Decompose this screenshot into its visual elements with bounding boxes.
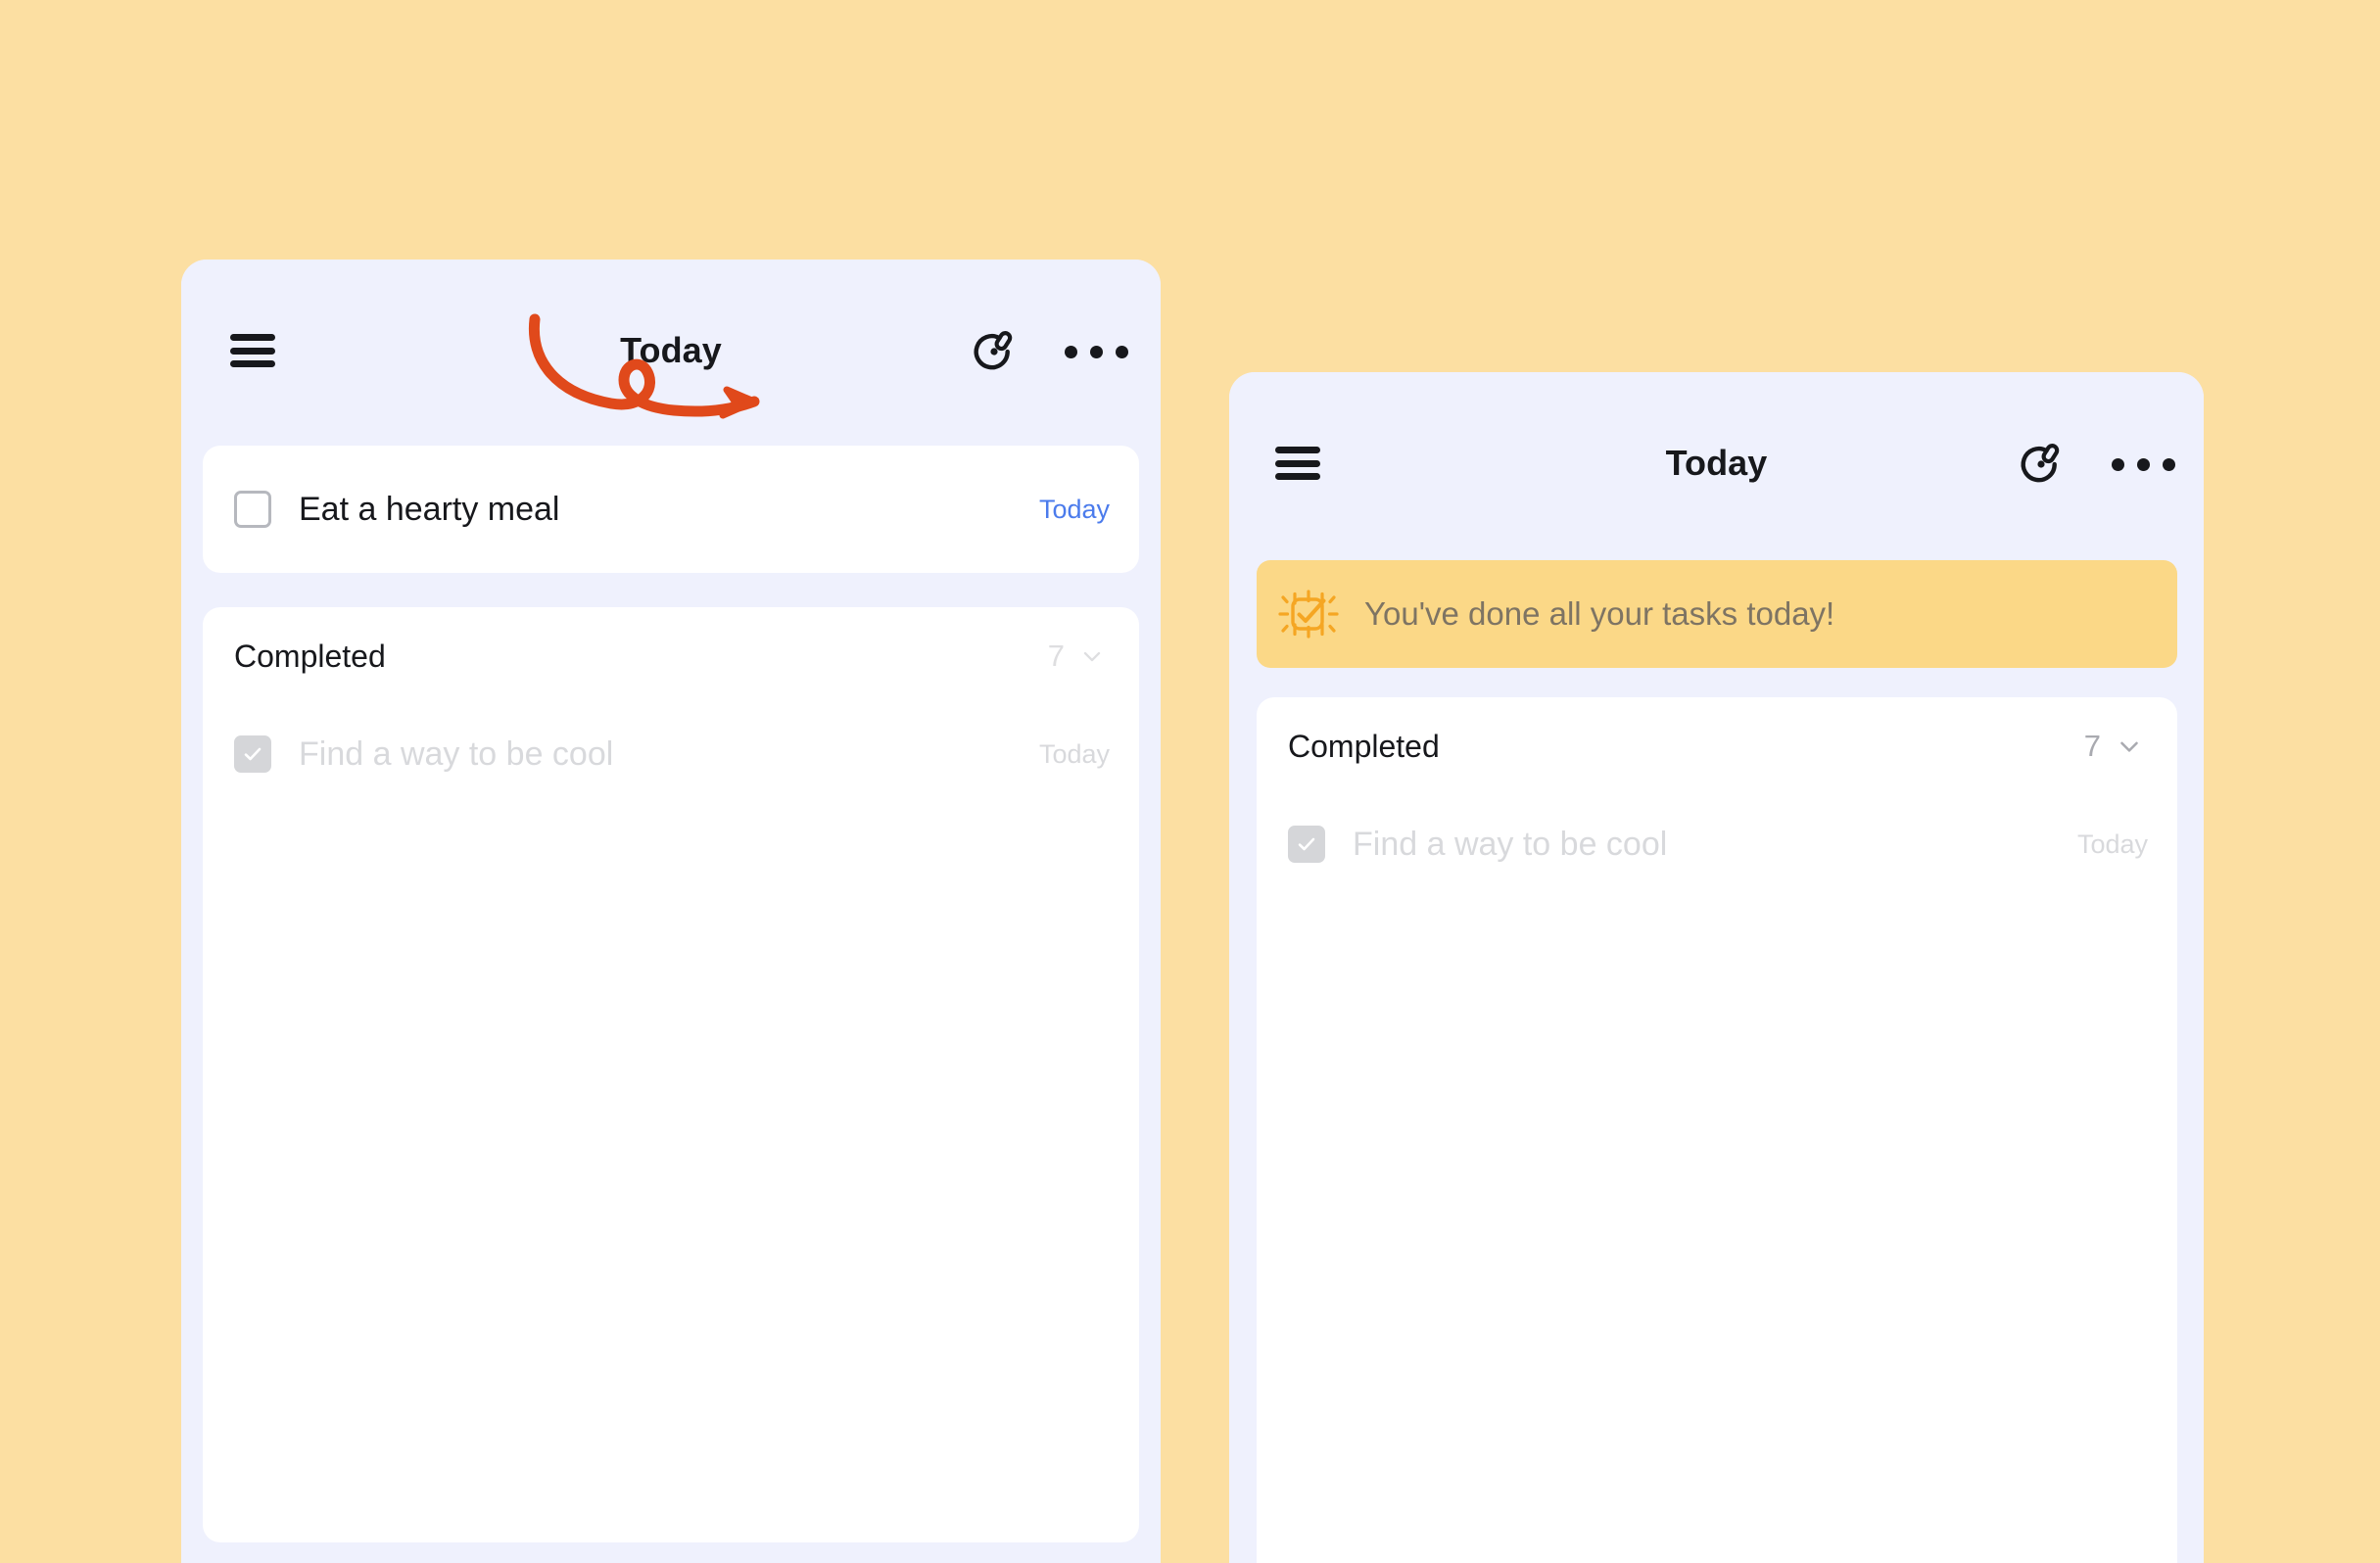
completed-task-date: Today [1038, 738, 1110, 769]
hamburger-bar [230, 360, 275, 367]
before-app-bar-actions [969, 326, 1128, 377]
more-options-icon[interactable] [1064, 326, 1128, 377]
hamburger-bar [230, 347, 275, 355]
completed-section-title: Completed [1288, 728, 1440, 764]
completed-task-date: Today [2076, 829, 2148, 859]
completed-task-row[interactable]: Find a way to be cool Today [203, 705, 1139, 803]
chevron-down-icon[interactable] [1078, 642, 1106, 670]
focus-timer-icon[interactable] [969, 326, 1020, 377]
completed-task-title: Find a way to be cool [299, 734, 614, 773]
after-phone-panel: Today You've done all your tasks today! … [1229, 372, 2204, 1563]
pending-task-card: Eat a hearty meal Today [203, 446, 1139, 573]
dot [1089, 345, 1103, 358]
completed-section-header[interactable]: Completed 7 [1257, 697, 2177, 795]
before-completed-card: Completed 7 Find a way to be cool Today [203, 607, 1139, 1542]
completed-count: 7 [1047, 639, 1065, 673]
banner-message: You've done all your tasks today! [1364, 595, 1835, 632]
task-title: Eat a hearty meal [299, 490, 560, 528]
dot [1115, 345, 1128, 358]
hamburger-bar [230, 334, 275, 341]
completed-section-meta: 7 [2084, 729, 2144, 764]
hamburger-menu-icon[interactable] [1275, 447, 1320, 480]
dot [2111, 457, 2124, 471]
focus-timer-icon[interactable] [2016, 439, 2067, 490]
after-completed-card: Completed 7 Find a way to be cool Today [1257, 697, 2177, 1563]
completed-section-title: Completed [234, 638, 386, 674]
checked-checkbox-icon[interactable] [1288, 826, 1325, 863]
hamburger-bar [1275, 473, 1320, 480]
before-app-bar: Today [181, 260, 1161, 441]
more-options-icon[interactable] [2111, 439, 2175, 490]
task-row[interactable]: Eat a hearty meal Today [203, 446, 1139, 573]
checked-checkbox-icon[interactable] [234, 735, 271, 773]
hamburger-menu-icon[interactable] [230, 334, 275, 367]
completed-task-title: Find a way to be cool [1353, 825, 1668, 863]
task-due-date: Today [1038, 494, 1110, 524]
hamburger-bar [1275, 447, 1320, 453]
hamburger-bar [1275, 459, 1320, 467]
after-app-bar-actions [2016, 439, 2175, 490]
dot [1064, 345, 1077, 358]
all-tasks-done-banner: You've done all your tasks today! [1257, 560, 2177, 668]
chevron-down-icon[interactable] [2115, 732, 2144, 761]
unchecked-checkbox-icon[interactable] [234, 491, 271, 528]
completed-section-header[interactable]: Completed 7 [203, 607, 1139, 705]
more-dots [1064, 345, 1128, 358]
completed-section-meta: 7 [1048, 639, 1106, 674]
dot [2162, 457, 2175, 471]
dot [2136, 457, 2150, 471]
screenshot-stage: Today Eat a hearty meal Today Completed … [0, 0, 2380, 1563]
completed-task-row[interactable]: Find a way to be cool Today [1257, 795, 2177, 893]
more-dots [2111, 457, 2175, 471]
shining-checkbox-icon [1278, 590, 1339, 639]
before-phone-panel: Today Eat a hearty meal Today Completed … [181, 260, 1161, 1563]
completed-count: 7 [2083, 729, 2101, 763]
after-app-bar: Today [1229, 372, 2204, 553]
